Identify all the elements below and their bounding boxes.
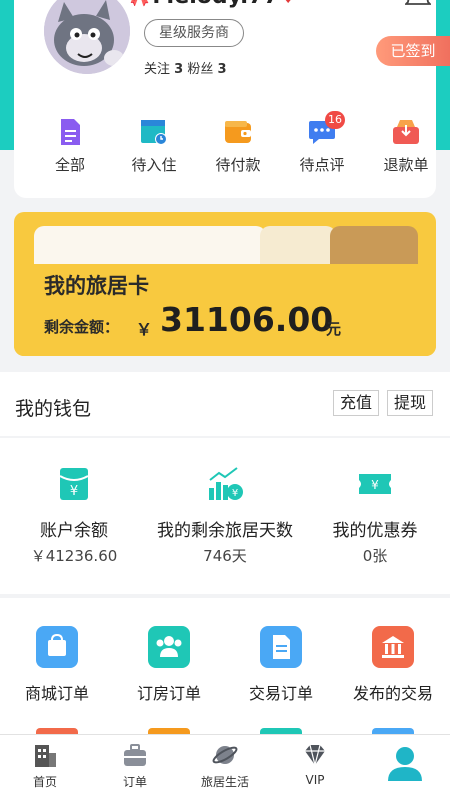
order-shortcuts: 全部 待入住 待付款 16 待点评 退款单	[28, 111, 450, 186]
level-badge: 星级服务商	[144, 19, 244, 47]
published-trades[interactable]: 发布的交易	[338, 626, 448, 704]
trade-orders[interactable]: 交易订单	[226, 626, 336, 704]
svg-text:¥: ¥	[70, 484, 78, 499]
room-orders[interactable]: 订房订单	[114, 626, 224, 704]
order-all[interactable]: 全部	[28, 112, 112, 175]
user-name: 🎀Melody.77♥	[128, 0, 295, 9]
follow-stats: 关注 3 粉丝 3	[144, 62, 227, 77]
unread-badge: 16	[325, 111, 345, 129]
stat-account-balance[interactable]: ¥ 账户余额 ￥41236.60	[14, 466, 134, 566]
wallet-icon	[223, 117, 253, 147]
building-icon	[31, 741, 59, 769]
order-refund[interactable]: 退款单	[364, 112, 448, 175]
yen-coupon-icon: ¥	[357, 466, 393, 502]
planet-icon	[211, 741, 239, 769]
mall-orders[interactable]: 商城订单	[2, 626, 112, 704]
travel-card-title: 我的旅居卡	[44, 274, 149, 298]
svg-text:¥: ¥	[232, 488, 238, 499]
bottom-tab-bar: 首页 订单 旅居生活 VIP	[0, 734, 450, 800]
heart-icon: ♥	[281, 0, 295, 7]
balance-label: 剩余金额：	[44, 318, 120, 336]
diamond-icon	[301, 741, 329, 769]
withdraw-button[interactable]: 提现	[387, 390, 434, 416]
user-icon	[385, 743, 425, 783]
currency-symbol: ￥	[136, 320, 153, 339]
card-balance-amount: 31106.00	[160, 300, 334, 339]
currency-unit: 元	[326, 320, 342, 338]
recharge-button[interactable]: 充值	[333, 390, 380, 416]
document-icon	[55, 117, 85, 147]
travel-card[interactable]: 我的旅居卡 剩余金额： ￥ 31106.00 元	[14, 212, 436, 356]
shopping-bag-icon	[36, 626, 78, 668]
wallet-stats: ¥ 账户余额 ￥41236.60 ¥ 我的剩余旅居天数 746天 ¥ 我的优惠券…	[0, 438, 450, 594]
ribbon-icon: 🎀	[128, 0, 150, 8]
file-icon	[260, 626, 302, 668]
svg-text:¥: ¥	[371, 478, 379, 492]
tab-home[interactable]: 首页	[0, 741, 90, 790]
bell-icon[interactable]	[403, 0, 433, 8]
tab-travel-life[interactable]: 旅居生活	[180, 741, 270, 790]
chat-icon: 16	[307, 111, 345, 147]
stat-remaining-days[interactable]: ¥ 我的剩余旅居天数 746天	[150, 466, 300, 566]
bank-icon	[372, 626, 414, 668]
growth-chart-icon: ¥	[207, 466, 243, 502]
avatar[interactable]	[44, 0, 130, 74]
checkin-box-icon	[139, 117, 169, 147]
order-pending-checkin[interactable]: 待入住	[112, 112, 196, 175]
tab-vip[interactable]: VIP	[270, 741, 360, 787]
suitcase-icon	[121, 741, 149, 769]
order-pending-payment[interactable]: 待付款	[196, 112, 280, 175]
wallet-header: 我的钱包 充值 提现	[0, 372, 450, 436]
yen-envelope-icon: ¥	[56, 466, 92, 502]
tab-orders[interactable]: 订单	[90, 741, 180, 790]
people-icon	[148, 626, 190, 668]
tab-profile[interactable]	[360, 741, 450, 787]
stat-coupons[interactable]: ¥ 我的优惠券 0张	[316, 466, 434, 566]
refund-box-icon	[391, 117, 421, 147]
profile-card: 🎀Melody.77♥ 星级服务商 关注 3 粉丝 3 已签到 全部 待入住 待…	[14, 0, 450, 198]
service-grid: 商城订单 订房订单 交易订单 发布的交易	[0, 598, 450, 738]
checkin-button[interactable]: 已签到	[376, 36, 450, 66]
order-pending-review[interactable]: 16 待点评	[280, 111, 364, 175]
wallet-title: 我的钱包	[15, 398, 92, 420]
